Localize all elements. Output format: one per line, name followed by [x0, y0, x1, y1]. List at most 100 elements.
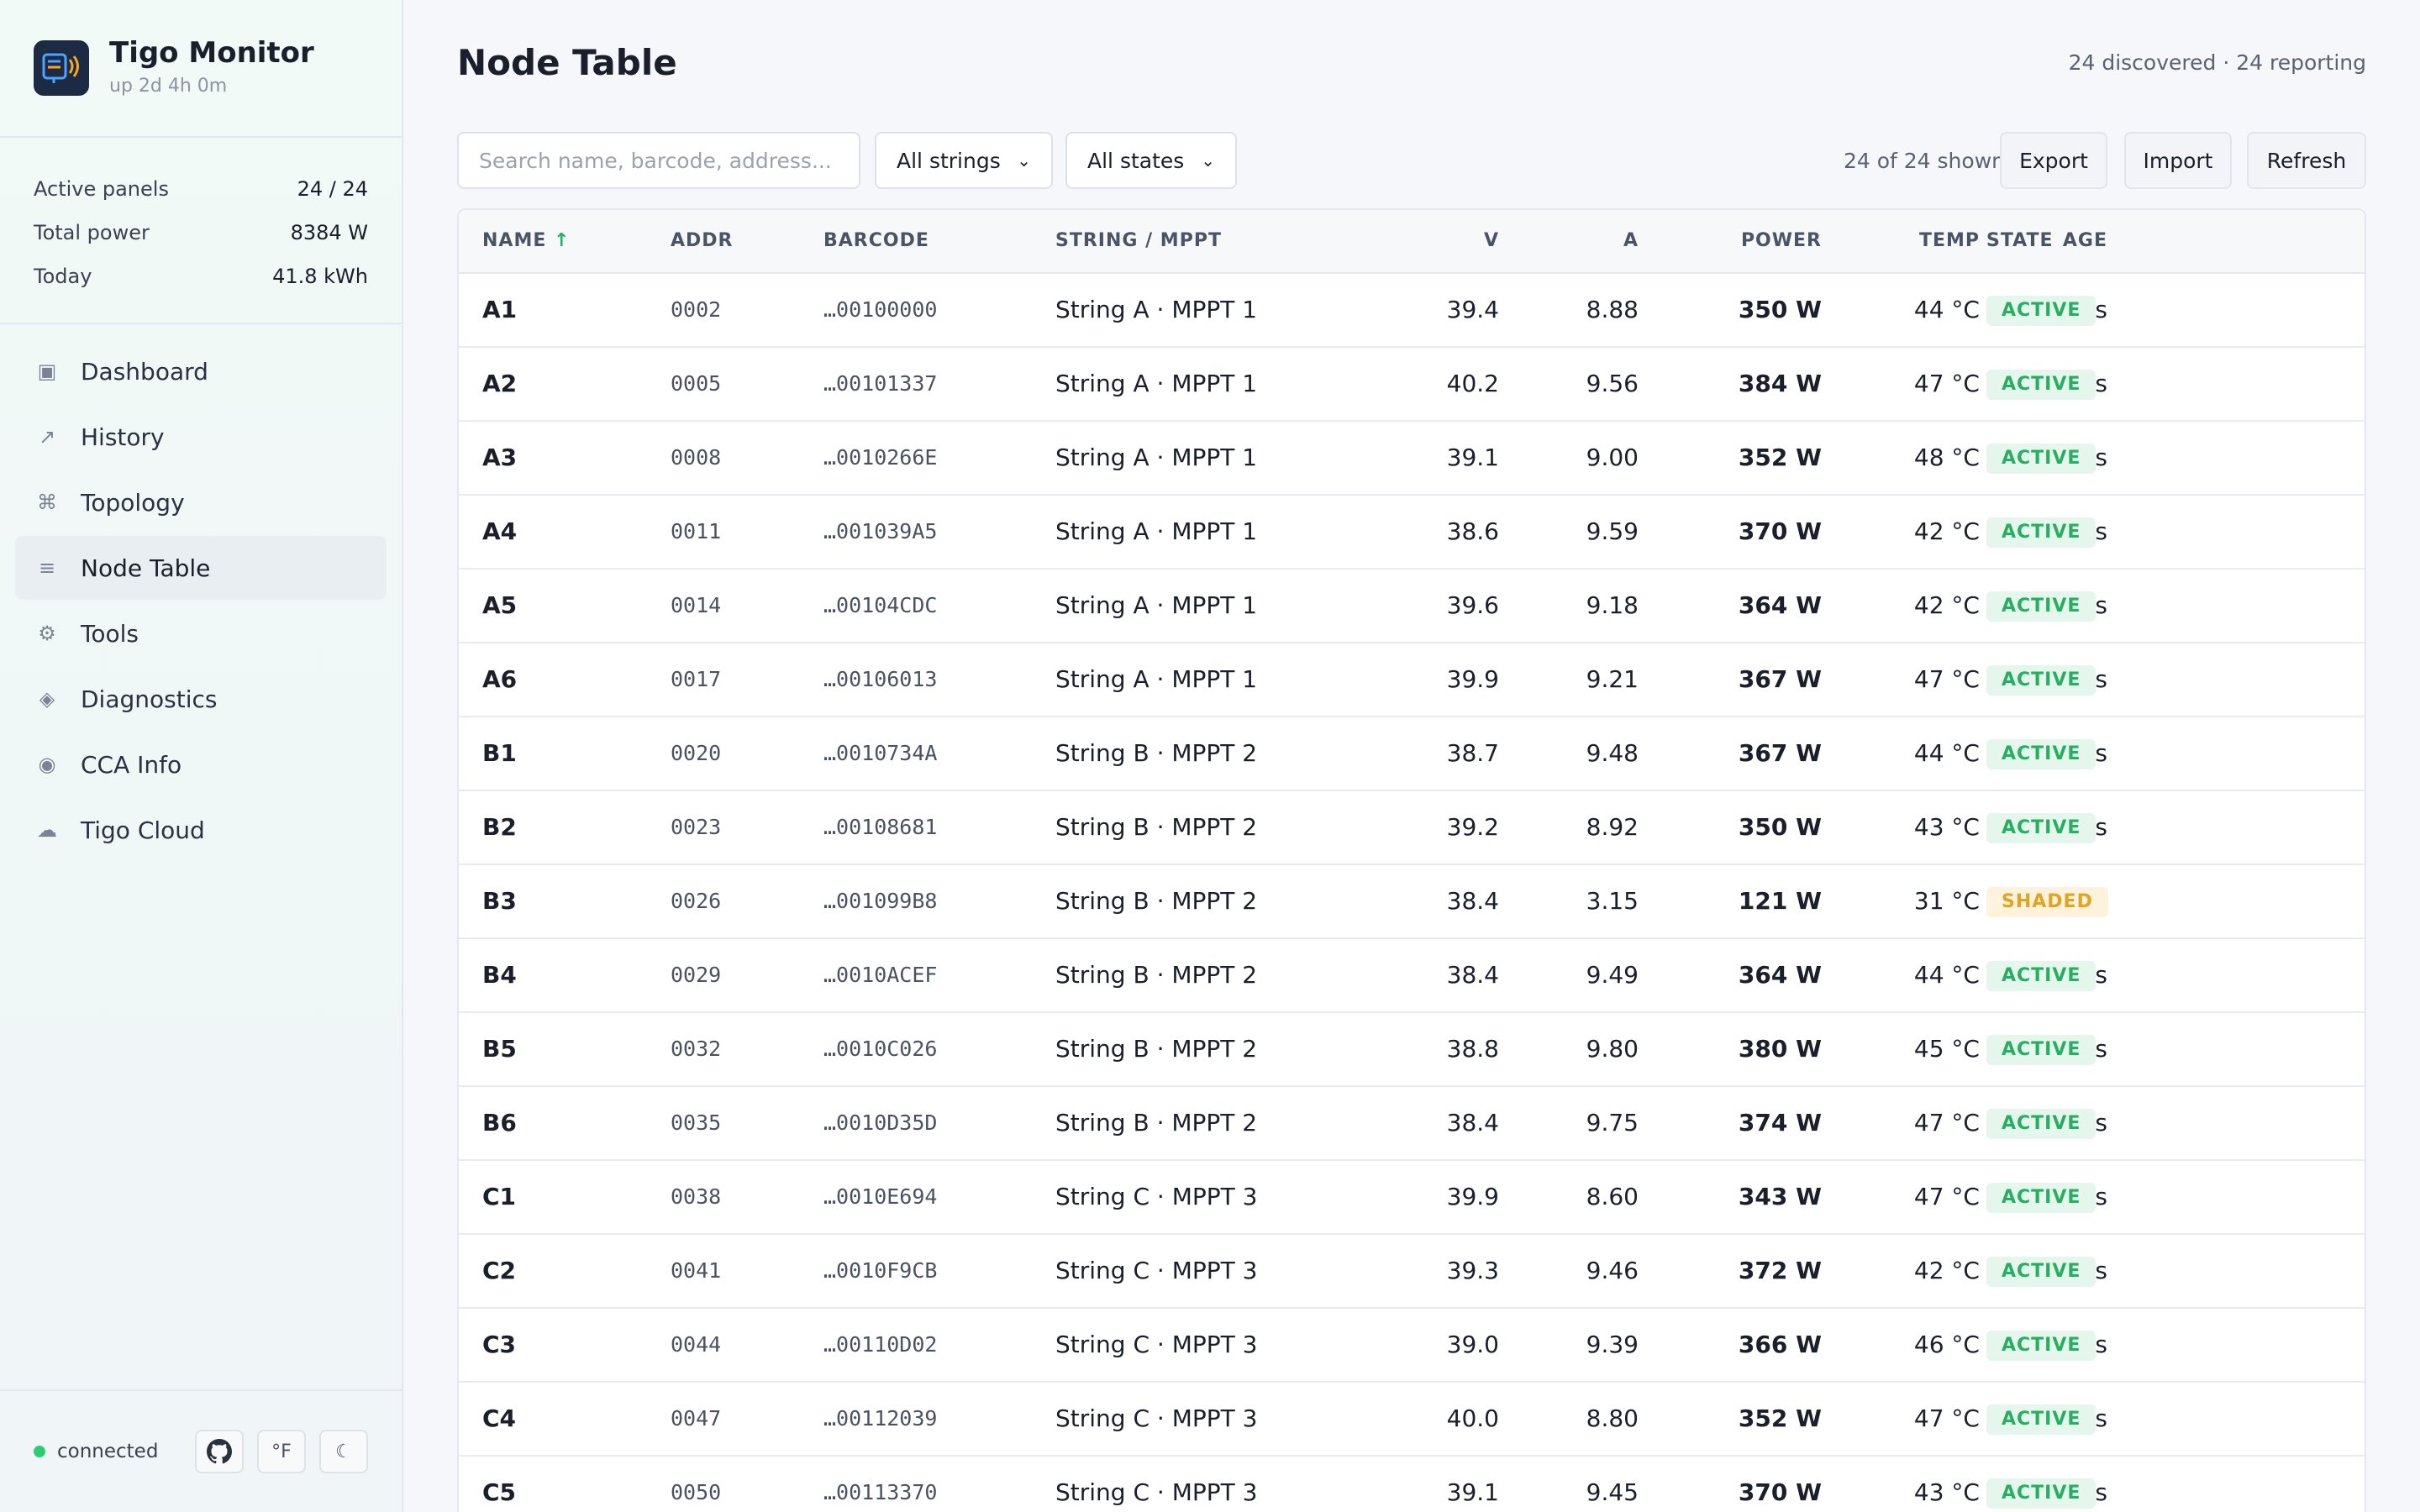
status-badge: ACTIVE — [1986, 1331, 2096, 1361]
main-content: Node Table 24 discovered · 24 reporting … — [457, 0, 2366, 1512]
cell-name: A4 — [482, 517, 518, 545]
table-icon: ≡ — [38, 556, 56, 580]
column-header-age[interactable]: AGE — [2063, 230, 2107, 251]
stat-label: Today — [34, 265, 92, 288]
sidebar-item-dashboard[interactable]: ▣ Dashboard — [15, 339, 387, 403]
sidebar-item-label: Diagnostics — [81, 685, 218, 713]
cell-string-mppt: String A · MPPT 1 — [1055, 296, 1258, 323]
table-row[interactable]: A5 0014 …00104CDC String A · MPPT 1 39.6 9.18… — [459, 570, 2365, 643]
sidebar-item-tigo-cloud[interactable]: ☁ Tigo Cloud — [15, 798, 387, 862]
table-row[interactable]: B6 0035 …0010D35D String B · MPPT 2 38.4 9.75… — [459, 1087, 2365, 1161]
discovery-summary: 24 discovered · 24 reporting — [2068, 50, 2366, 75]
cell-barcode: …00101337 — [823, 371, 938, 396]
cell-addr: 0011 — [671, 519, 722, 543]
cell-temp: 47 °C — [1913, 1109, 1980, 1137]
cell-temp: 31 °C — [1913, 887, 1980, 915]
sidebar-item-diagnostics[interactable]: ◈ Diagnostics — [15, 667, 387, 731]
cell-barcode: …001099B8 — [823, 889, 938, 913]
cell-addr: 0002 — [671, 297, 722, 322]
table-row[interactable]: A4 0011 …001039A5 String A · MPPT 1 38.6 9.59… — [459, 496, 2365, 570]
search-input[interactable] — [457, 132, 860, 189]
table-body: A1 0002 …00100000 String A · MPPT 1 39.4 8.88… — [459, 274, 2365, 1512]
table-row[interactable]: A2 0005 …00101337 String A · MPPT 1 40.2 9.56… — [459, 348, 2365, 422]
table-row[interactable]: B1 0020 …0010734A String B · MPPT 2 38.7 9.48… — [459, 717, 2365, 791]
sidebar-item-topology[interactable]: ⌘ Topology — [15, 470, 387, 534]
cell-power: 352 W — [1738, 1404, 1822, 1432]
cell-barcode: …0010D35D — [823, 1110, 938, 1135]
table-row[interactable]: A3 0008 …0010266E String A · MPPT 1 39.1 9.00… — [459, 422, 2365, 496]
column-header-state[interactable]: STATE — [1986, 230, 2054, 251]
cell-addr: 0023 — [671, 815, 722, 839]
table-row[interactable]: B3 0026 …001099B8 String B · MPPT 2 38.4 3.15… — [459, 865, 2365, 939]
cell-barcode: …00100000 — [823, 297, 938, 322]
sidebar-item-history[interactable]: ↗ History — [15, 405, 387, 469]
table-header: NAME ↑ ADDR BARCODE STRING / MPPT V A PO… — [459, 210, 2365, 274]
column-header-string[interactable]: STRING / MPPT — [1055, 230, 1222, 251]
stat-total-power: Total power 8384 W — [34, 217, 368, 260]
chevron-down-icon: ⌄ — [1017, 150, 1031, 171]
table-row[interactable]: B5 0032 …0010C026 String B · MPPT 2 38.8 9.80… — [459, 1013, 2365, 1087]
string-filter-value: All strings — [897, 148, 1001, 173]
cell-temp: 48 °C — [1913, 444, 1980, 471]
cell-addr: 0014 — [671, 593, 722, 617]
state-filter-select[interactable]: All states ⌄ — [1065, 132, 1237, 189]
page-title: Node Table — [457, 42, 677, 83]
column-header-name[interactable]: NAME ↑ — [482, 230, 570, 251]
column-header-temp[interactable]: TEMP — [1919, 230, 1980, 251]
cell-voltage: 38.4 — [1446, 1109, 1499, 1137]
cell-string-mppt: String B · MPPT 2 — [1055, 887, 1258, 915]
table-row[interactable]: C3 0044 …00110D02 String C · MPPT 3 39.0 9.39… — [459, 1309, 2365, 1383]
string-filter-select[interactable]: All strings ⌄ — [875, 132, 1053, 189]
refresh-button[interactable]: Refresh — [2247, 132, 2366, 189]
import-button[interactable]: Import — [2124, 132, 2232, 189]
sidebar: Tigo Monitor up 2d 4h 0m Active panels 2… — [0, 0, 403, 1512]
export-button[interactable]: Export — [2000, 132, 2107, 189]
cell-current: 8.80 — [1586, 1404, 1639, 1432]
cell-voltage: 40.2 — [1446, 370, 1499, 397]
status-badge: ACTIVE — [1986, 1478, 2096, 1509]
stat-label: Total power — [34, 221, 150, 244]
cell-name: B3 — [482, 887, 517, 915]
cell-power: 350 W — [1738, 296, 1822, 323]
temperature-unit-toggle[interactable]: °F — [257, 1430, 306, 1473]
column-header-current[interactable]: A — [1623, 230, 1639, 251]
table-row[interactable]: C1 0038 …0010E694 String C · MPPT 3 39.9 8.60… — [459, 1161, 2365, 1235]
app-logo-icon — [34, 40, 89, 96]
table-row[interactable]: A1 0002 …00100000 String A · MPPT 1 39.4 8.88… — [459, 274, 2365, 348]
cell-voltage: 39.0 — [1446, 1331, 1499, 1358]
column-header-voltage[interactable]: V — [1484, 230, 1499, 251]
sidebar-item-node-table[interactable]: ≡ Node Table — [15, 536, 387, 600]
sidebar-item-tools[interactable]: ⚙ Tools — [15, 601, 387, 665]
cell-power: 366 W — [1738, 1331, 1822, 1358]
cell-name: A1 — [482, 296, 518, 323]
stat-value: 8384 W — [290, 221, 368, 244]
status-badge: SHADED — [1986, 887, 2108, 917]
cell-current: 9.80 — [1586, 1035, 1639, 1063]
cell-current: 9.45 — [1586, 1478, 1639, 1506]
column-header-power[interactable]: POWER — [1741, 230, 1822, 251]
cell-current: 8.60 — [1586, 1183, 1639, 1210]
cell-addr: 0005 — [671, 371, 722, 396]
column-header-addr[interactable]: ADDR — [671, 230, 734, 251]
sidebar-item-cca-info[interactable]: ◉ CCA Info — [15, 732, 387, 796]
table-row[interactable]: C4 0047 …00112039 String C · MPPT 3 40.0 8.80… — [459, 1383, 2365, 1457]
table-row[interactable]: B4 0029 …0010ACEF String B · MPPT 2 38.4 9.49… — [459, 939, 2365, 1013]
table-row[interactable]: B2 0023 …00108681 String B · MPPT 2 39.2 8.92… — [459, 791, 2365, 865]
cell-string-mppt: String B · MPPT 2 — [1055, 739, 1258, 767]
stat-active-panels: Active panels 24 / 24 — [34, 173, 368, 217]
cell-string-mppt: String B · MPPT 2 — [1055, 1109, 1258, 1137]
cell-addr: 0044 — [671, 1332, 722, 1357]
cell-name: A2 — [482, 370, 518, 397]
table-row[interactable]: C2 0041 …0010F9CB String C · MPPT 3 39.3 9.46… — [459, 1235, 2365, 1309]
cell-power: 121 W — [1738, 887, 1822, 915]
github-button[interactable] — [195, 1430, 244, 1473]
column-header-barcode[interactable]: BARCODE — [823, 230, 929, 251]
dashboard-icon: ▣ — [37, 360, 57, 383]
table-row[interactable]: C5 0050 …00113370 String C · MPPT 3 39.1 9.45… — [459, 1457, 2365, 1512]
cell-barcode: …0010266E — [823, 445, 938, 470]
cell-name: B1 — [482, 739, 517, 767]
theme-toggle-moon-icon[interactable]: ☾ — [319, 1430, 368, 1473]
table-row[interactable]: A6 0017 …00106013 String A · MPPT 1 39.9 9.21… — [459, 643, 2365, 717]
cell-power: 350 W — [1738, 813, 1822, 841]
connection-status-dot — [34, 1446, 45, 1457]
